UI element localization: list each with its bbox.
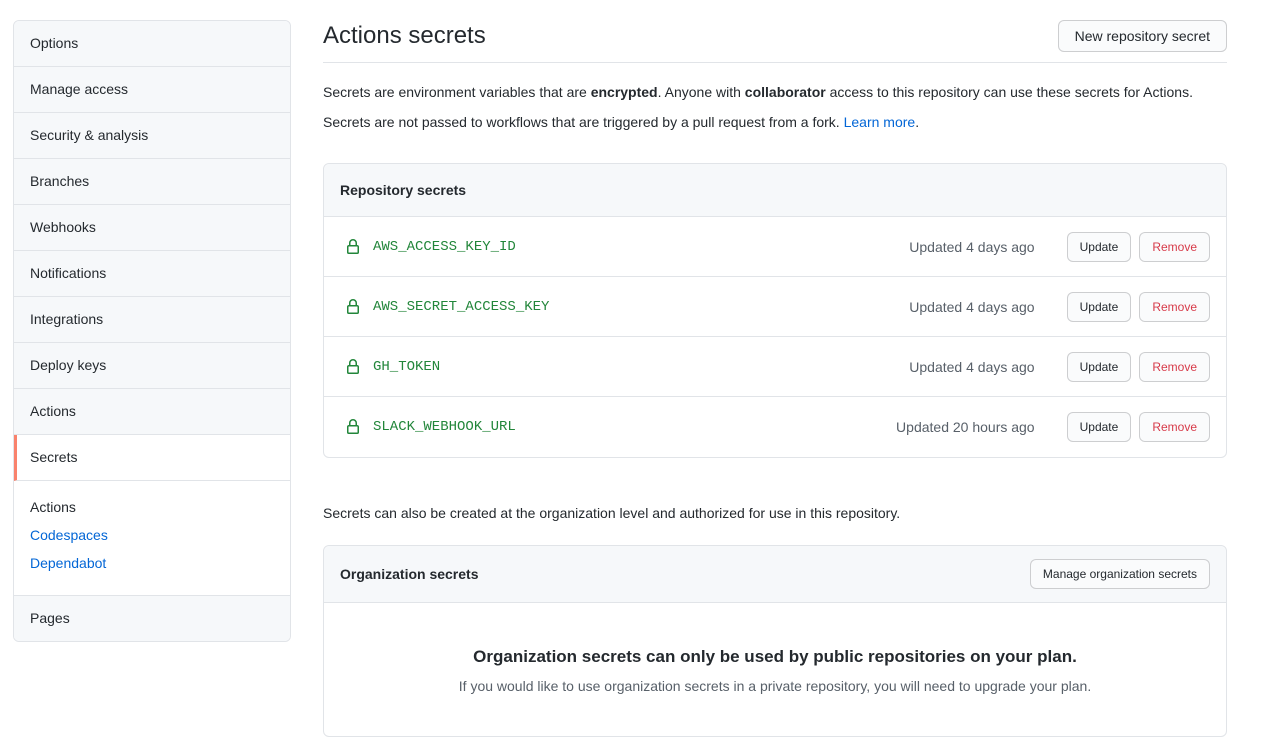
lock-icon — [345, 359, 361, 375]
organization-secrets-title: Organization secrets — [340, 566, 479, 582]
remove-button[interactable]: Remove — [1139, 352, 1210, 382]
secret-updated: Updated 20 hours ago — [896, 419, 1035, 435]
update-button[interactable]: Update — [1067, 232, 1132, 262]
manage-organization-secrets-button[interactable]: Manage organization secrets — [1030, 559, 1210, 589]
subnav-item-dependabot[interactable]: Dependabot — [14, 549, 290, 577]
org-subtext: If you would like to use organization se… — [364, 678, 1186, 694]
learn-more-link[interactable]: Learn more — [844, 114, 916, 130]
subnav-item-actions[interactable]: Actions — [14, 493, 290, 521]
update-button[interactable]: Update — [1067, 352, 1132, 382]
intro-line1-mid: . Anyone with — [658, 84, 745, 100]
remove-button[interactable]: Remove — [1139, 412, 1210, 442]
intro-line1-post: access to this repository can use these … — [826, 84, 1193, 100]
org-note: Secrets can also be created at the organ… — [323, 505, 1227, 521]
secret-updated: Updated 4 days ago — [909, 359, 1034, 375]
repository-secrets-title: Repository secrets — [340, 182, 466, 198]
sidebar-item-pages[interactable]: Pages — [14, 596, 290, 641]
lock-icon — [345, 299, 361, 315]
settings-page: Options Manage access Security & analysi… — [0, 0, 1268, 737]
sidebar-item-options[interactable]: Options — [14, 21, 290, 67]
remove-button[interactable]: Remove — [1139, 232, 1210, 262]
page-title: Actions secrets — [323, 20, 486, 52]
repository-secrets-header: Repository secrets — [324, 164, 1226, 217]
new-repository-secret-button[interactable]: New repository secret — [1058, 20, 1227, 52]
organization-secrets-panel: Organization secrets Manage organization… — [323, 545, 1227, 737]
intro-text: Secrets are environment variables that a… — [323, 77, 1227, 137]
secret-row: SLACK_WEBHOOK_URL Updated 20 hours ago U… — [324, 397, 1226, 457]
secret-updated: Updated 4 days ago — [909, 299, 1034, 315]
intro-line2-period: . — [915, 114, 919, 130]
secret-updated: Updated 4 days ago — [909, 239, 1034, 255]
page-header: Actions secrets New repository secret — [323, 20, 1227, 63]
secret-name: AWS_SECRET_ACCESS_KEY — [373, 299, 549, 315]
subnav-item-codespaces[interactable]: Codespaces — [14, 521, 290, 549]
secret-row: AWS_ACCESS_KEY_ID Updated 4 days ago Upd… — [324, 217, 1226, 277]
sidebar-item-deploy-keys[interactable]: Deploy keys — [14, 343, 290, 389]
intro-line-1: Secrets are environment variables that a… — [323, 77, 1227, 107]
intro-line-2: Secrets are not passed to workflows that… — [323, 107, 1227, 137]
sidebar-item-manage-access[interactable]: Manage access — [14, 67, 290, 113]
org-headline: Organization secrets can only be used by… — [364, 647, 1186, 667]
update-button[interactable]: Update — [1067, 412, 1132, 442]
intro-line1-pre: Secrets are environment variables that a… — [323, 84, 591, 100]
secret-row: GH_TOKEN Updated 4 days ago Update Remov… — [324, 337, 1226, 397]
sidebar-item-webhooks[interactable]: Webhooks — [14, 205, 290, 251]
organization-secrets-header: Organization secrets Manage organization… — [324, 546, 1226, 603]
organization-secrets-body: Organization secrets can only be used by… — [324, 603, 1226, 736]
repository-secrets-panel: Repository secrets AWS_ACCESS_KEY_ID Upd… — [323, 163, 1227, 458]
sidebar-item-notifications[interactable]: Notifications — [14, 251, 290, 297]
sidebar-item-actions[interactable]: Actions — [14, 389, 290, 435]
remove-button[interactable]: Remove — [1139, 292, 1210, 322]
sidebar-item-integrations[interactable]: Integrations — [14, 297, 290, 343]
settings-sidebar: Options Manage access Security & analysi… — [13, 20, 291, 642]
secret-row: AWS_SECRET_ACCESS_KEY Updated 4 days ago… — [324, 277, 1226, 337]
secret-name: SLACK_WEBHOOK_URL — [373, 419, 516, 435]
sidebar-item-security-analysis[interactable]: Security & analysis — [14, 113, 290, 159]
secrets-subnav: Actions Codespaces Dependabot — [14, 481, 290, 596]
main-content: Actions secrets New repository secret Se… — [323, 20, 1227, 737]
intro-bold-collaborator: collaborator — [745, 84, 826, 100]
secret-name: AWS_ACCESS_KEY_ID — [373, 239, 516, 255]
intro-bold-encrypted: encrypted — [591, 84, 658, 100]
lock-icon — [345, 239, 361, 255]
sidebar-item-secrets[interactable]: Secrets — [14, 435, 290, 481]
intro-line2-text: Secrets are not passed to workflows that… — [323, 114, 844, 130]
sidebar-item-branches[interactable]: Branches — [14, 159, 290, 205]
secret-name: GH_TOKEN — [373, 359, 440, 375]
update-button[interactable]: Update — [1067, 292, 1132, 322]
lock-icon — [345, 419, 361, 435]
